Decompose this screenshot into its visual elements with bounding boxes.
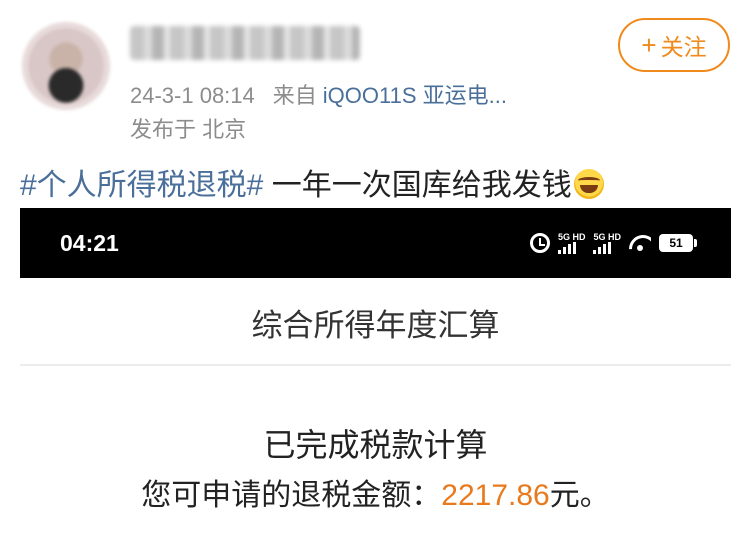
embedded-screenshot[interactable]: 04:21 5G HD 5G HD 51 综合所得年度汇算 已完成税款计算 您可… [20, 208, 731, 553]
phone-status-bar: 04:21 5G HD 5G HD 51 [20, 208, 731, 278]
plus-icon: + [641, 30, 657, 60]
signal-bars-icon [557, 242, 576, 254]
calc-status: 已完成税款计算 [263, 427, 488, 463]
post-location: 发布于 北京 [130, 117, 247, 142]
signal-bars-icon [593, 242, 612, 254]
device-link[interactable]: iQOO11S 亚运电... [323, 83, 507, 108]
post-header: 24-3-1 08:14 来自 iQOO11S 亚运电... 发布于 北京 + 关注 [0, 0, 741, 150]
username-blurred[interactable] [130, 26, 360, 60]
signal-icon-2: 5G HD [593, 232, 621, 254]
post-meta: 24-3-1 08:14 来自 iQOO11S 亚运电... [130, 78, 507, 110]
post-timestamp: 24-3-1 08:14 [130, 83, 255, 108]
hashtag-link[interactable]: #个人所得税退税# [20, 169, 263, 202]
follow-button[interactable]: + 关注 [618, 18, 730, 72]
laughing-tears-emoji-icon [573, 169, 604, 199]
divider [20, 364, 731, 366]
avatar[interactable] [22, 22, 110, 110]
status-icons: 5G HD 5G HD 51 [529, 230, 697, 256]
signal-2-label: 5G HD [593, 232, 621, 242]
signal-icon-1: 5G HD [557, 232, 586, 254]
refund-prefix: 您可申请的退税金额： [141, 479, 442, 512]
signal-1-label: 5G HD [557, 232, 586, 242]
alarm-icon [529, 233, 550, 253]
from-label: 来自 [272, 83, 317, 108]
follow-label: 关注 [660, 34, 707, 60]
post-text: 一年一次国库给我发钱 [263, 169, 572, 202]
wifi-icon [629, 235, 651, 251]
battery-icon: 51 [659, 234, 697, 252]
refund-suffix: 元。 [549, 479, 610, 512]
status-time: 04:21 [60, 230, 119, 256]
refund-amount: 2217.86 [441, 479, 550, 512]
page-title: 综合所得年度汇算 [251, 308, 500, 343]
post-content: #个人所得税退税# 一年一次国库给我发钱 [20, 160, 604, 204]
refund-line: 您可申请的退税金额：2217.86元。 [20, 470, 731, 514]
